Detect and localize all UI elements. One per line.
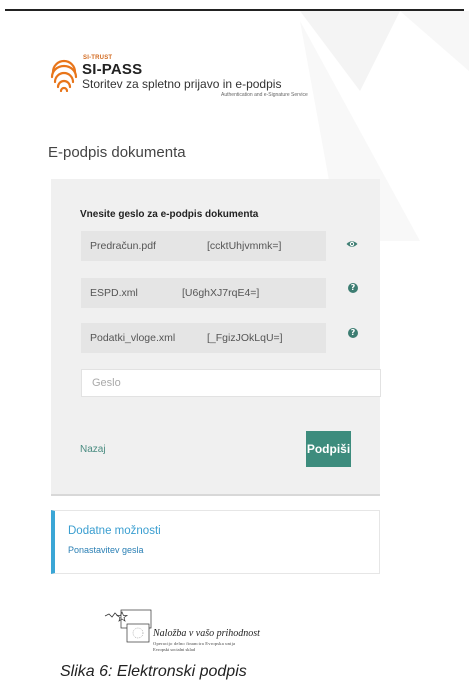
signing-panel: Vnesite geslo za e-podpis dokumenta Pred… <box>51 179 381 496</box>
figure-caption: Slika 6: Elektronski podpis <box>60 663 247 680</box>
file-hash: [ccktUhjvmmk=] <box>207 240 282 252</box>
brand-description: Storitev za spletno prijavo in e-podpis <box>82 77 282 91</box>
header: SI-TRUST SI-PASS Storitev za spletno pri… <box>50 54 350 98</box>
file-row-espd: ESPD.xml [U6ghXJ7rqE4=] <box>81 278 326 308</box>
additional-options: Dodatne možnosti Ponastavitev gesla <box>51 510 380 574</box>
eu-fund: Evropski socialni sklad <box>153 647 195 652</box>
eu-flag-icon <box>104 609 152 643</box>
file-hash: [U6ghXJ7rqE4=] <box>182 287 260 299</box>
help-icon[interactable]: ? <box>348 328 358 338</box>
file-name: Predračun.pdf <box>90 240 156 252</box>
eu-funding-logo: Naložba v vašo prihodnost Operacijo deln… <box>103 608 283 658</box>
panel-title: Vnesite geslo za e-podpis dokumenta <box>80 209 259 220</box>
file-name: Podatki_vloge.xml <box>90 332 176 344</box>
top-rule <box>5 9 464 11</box>
file-row-predracun: Predračun.pdf [ccktUhjvmmk=] <box>81 231 326 261</box>
page-title: E-podpis dokumenta <box>48 144 186 161</box>
fingerprint-logo-icon <box>50 59 78 92</box>
file-hash: [_FgizJOkLqU=] <box>207 332 283 344</box>
password-input[interactable] <box>81 369 381 397</box>
brand-subtitle: Authentication and e-Signature Service <box>221 92 308 98</box>
eu-slogan: Naložba v vašo prihodnost <box>153 628 260 639</box>
reset-password-link[interactable]: Ponastavitev gesla <box>68 545 144 555</box>
file-row-podatki: Podatki_vloge.xml [_FgizJOkLqU=] <box>81 323 326 353</box>
eye-icon[interactable] <box>346 238 358 250</box>
file-name: ESPD.xml <box>90 287 138 299</box>
options-title: Dodatne možnosti <box>68 525 161 537</box>
help-icon[interactable]: ? <box>348 283 358 293</box>
sign-button[interactable]: Podpiši <box>306 431 351 467</box>
back-link[interactable]: Nazaj <box>80 444 106 455</box>
eu-note: Operacijo delno financira Evropska unija <box>153 641 236 646</box>
brand-title: SI-PASS <box>82 61 143 78</box>
